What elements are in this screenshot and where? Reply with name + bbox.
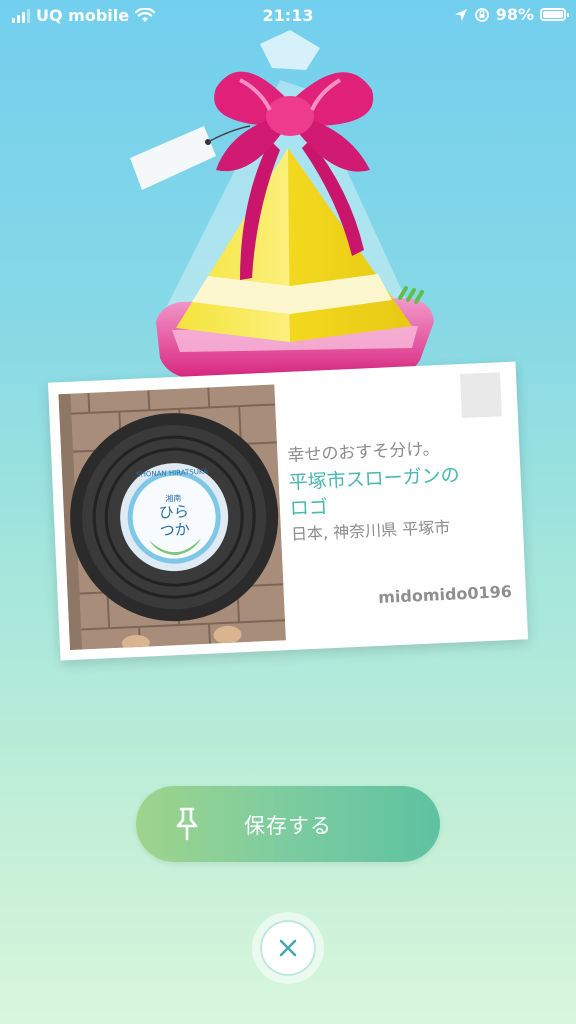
postcard: 湘南 ひら つか SHONAN HIRATSUKA 幸せのおすそ分け。 平塚市ス… xyxy=(47,361,529,661)
battery-fill xyxy=(543,11,563,18)
close-button[interactable] xyxy=(252,912,324,984)
postcard-text: 幸せのおすそ分け。 平塚市スローガンの ロゴ 日本, 神奈川県 平塚市 xyxy=(287,434,511,546)
manhole-logo-line2: つか xyxy=(159,520,190,539)
close-button-inner xyxy=(260,920,316,976)
status-bar: UQ mobile 21:13 98% xyxy=(0,0,576,32)
gift-illustration xyxy=(130,30,434,380)
save-button[interactable]: 保存する xyxy=(136,786,440,862)
location-arrow-icon xyxy=(454,8,467,21)
trainer-name: midomido0196 xyxy=(377,581,513,607)
corner-placeholder xyxy=(459,372,502,419)
manhole-cover-photo: 湘南 ひら つか SHONAN HIRATSUKA xyxy=(58,384,286,651)
battery-icon xyxy=(540,8,569,21)
save-button-label: 保存する xyxy=(244,814,332,838)
close-icon xyxy=(279,939,297,957)
postcard-photo: 湘南 ひら つか SHONAN HIRATSUKA xyxy=(58,384,286,651)
status-bar-right: 98% xyxy=(454,5,569,24)
orientation-lock-icon xyxy=(474,7,489,22)
pokestop-name: 平塚市スローガンの ロゴ xyxy=(288,464,461,520)
manhole-logo-line1: ひら xyxy=(159,503,190,522)
battery-percent: 98% xyxy=(495,5,534,24)
